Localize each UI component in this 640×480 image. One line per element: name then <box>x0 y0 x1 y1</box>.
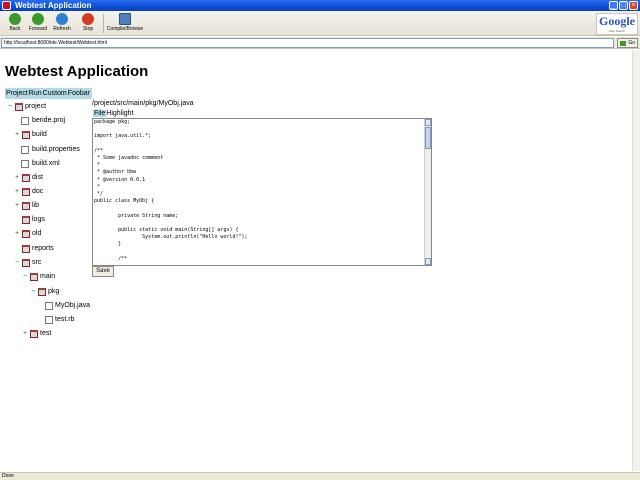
google-logo-text: Google <box>599 14 635 28</box>
tab-file[interactable]: File <box>93 110 107 117</box>
maximize-icon[interactable]: □ <box>619 1 628 10</box>
go-button[interactable]: Go <box>617 38 638 48</box>
window-title-bar: Webtest Application _ □ × <box>0 0 640 11</box>
folder-icon <box>15 103 23 111</box>
page-content: Webtest Application ProjectRunCustomFoob… <box>0 50 632 471</box>
scroll-down-icon[interactable] <box>425 258 431 265</box>
window-title: Webtest Application <box>15 1 92 10</box>
scroll-thumb[interactable] <box>425 127 431 149</box>
menu-bar: ProjectRunCustomFoobar <box>5 88 92 99</box>
back-label: Back <box>9 26 21 32</box>
file-icon <box>21 160 29 168</box>
menu-item-run[interactable]: Run <box>29 88 42 99</box>
google-logo-sub: Web Search <box>608 29 626 33</box>
scroll-up-icon[interactable] <box>425 119 431 126</box>
folder-icon <box>22 202 30 210</box>
expand-icon[interactable]: + <box>14 173 20 183</box>
collapse-icon[interactable]: − <box>22 272 28 282</box>
folder-icon <box>22 131 30 139</box>
folder-icon <box>30 330 38 338</box>
menu-item-custom[interactable]: Custom <box>43 88 67 99</box>
file-icon <box>21 146 29 154</box>
expand-icon[interactable]: + <box>22 329 28 339</box>
folder-icon <box>22 216 30 224</box>
minimize-icon[interactable]: _ <box>609 1 618 10</box>
app-icon <box>2 1 11 10</box>
tree-label: test.rb <box>55 316 75 323</box>
refresh-button[interactable]: Refresh <box>52 13 72 32</box>
save-button[interactable]: Save <box>92 266 114 277</box>
compile-label: Compile/Browse <box>106 26 144 32</box>
menu-item-foobar[interactable]: Foobar <box>68 88 90 99</box>
browser-toolbar: Back Forward Refresh Stop Compile/Browse <box>0 11 640 36</box>
tab-highlight[interactable]: Highlight <box>106 110 133 117</box>
code-scrollbar[interactable] <box>424 119 431 265</box>
tree-label: reports <box>32 245 54 252</box>
folder-icon <box>22 230 30 238</box>
toolbar-separator <box>103 14 104 33</box>
expand-icon[interactable]: + <box>14 201 20 211</box>
page-title: Webtest Application <box>5 63 149 80</box>
go-label: Go <box>628 40 635 46</box>
tree-label: lib <box>32 202 40 209</box>
file-icon <box>45 302 53 310</box>
tree-label: old <box>32 230 42 237</box>
refresh-label: Refresh <box>53 26 71 32</box>
google-logo[interactable]: Google Web Search <box>596 13 638 35</box>
back-button[interactable]: Back <box>7 13 23 32</box>
tree-label: MyObj.java <box>55 302 91 309</box>
tree-label: logs <box>32 216 45 223</box>
tree-label: build.xml <box>32 160 60 167</box>
refresh-icon <box>56 13 68 25</box>
forward-label: Forward <box>28 26 48 32</box>
tree-label: build.properties <box>32 146 80 153</box>
file-icon <box>45 316 53 324</box>
page-scrollbar[interactable] <box>632 50 640 471</box>
forward-arrow-icon <box>32 13 44 25</box>
expand-icon[interactable]: + <box>14 187 20 197</box>
address-bar: http://localhost:8080/ide.Webtest/Webtes… <box>0 37 640 49</box>
go-arrow-icon <box>620 41 626 46</box>
folder-icon <box>22 174 30 182</box>
tree-label: beride.proj <box>32 117 66 124</box>
compile-browse-button[interactable]: Compile/Browse <box>106 13 144 32</box>
tree-label: pkg <box>48 288 60 295</box>
editor-tabs: FileHighlight <box>93 109 134 118</box>
file-path: /project/src/main/pkg/MyObj.java <box>92 100 194 107</box>
tree-label: main <box>40 273 56 280</box>
status-bar: Done <box>0 472 640 480</box>
folder-icon <box>22 259 30 267</box>
forward-button[interactable]: Forward <box>28 13 48 32</box>
menu-item-project[interactable]: Project <box>6 88 28 99</box>
back-arrow-icon <box>9 13 21 25</box>
collapse-icon[interactable]: − <box>7 102 13 112</box>
folder-icon <box>22 245 30 253</box>
file-icon <box>21 117 29 125</box>
code-editor[interactable]: package pkg; import java.util.*; /** * S… <box>92 118 432 266</box>
folder-icon <box>22 188 30 196</box>
compile-icon <box>119 13 131 25</box>
tree-label: project <box>25 103 47 110</box>
close-icon[interactable]: × <box>629 1 638 10</box>
url-input[interactable]: http://localhost:8080/ide.Webtest/Webtes… <box>1 38 614 48</box>
tree-label: src <box>32 259 42 266</box>
collapse-icon[interactable]: − <box>14 258 20 268</box>
tree-label: doc <box>32 188 44 195</box>
collapse-icon[interactable]: − <box>30 287 36 297</box>
expand-icon[interactable]: + <box>14 229 20 239</box>
tree-label: test <box>40 330 52 337</box>
folder-icon <box>30 273 38 281</box>
tree-label: build <box>32 131 47 138</box>
folder-icon <box>38 288 46 296</box>
stop-icon <box>82 13 94 25</box>
tree-label: dist <box>32 174 43 181</box>
code-text[interactable]: package pkg; import java.util.*; /** * S… <box>94 119 424 263</box>
stop-button[interactable]: Stop <box>80 13 96 32</box>
expand-icon[interactable]: + <box>14 130 20 140</box>
stop-label: Stop <box>82 26 94 32</box>
